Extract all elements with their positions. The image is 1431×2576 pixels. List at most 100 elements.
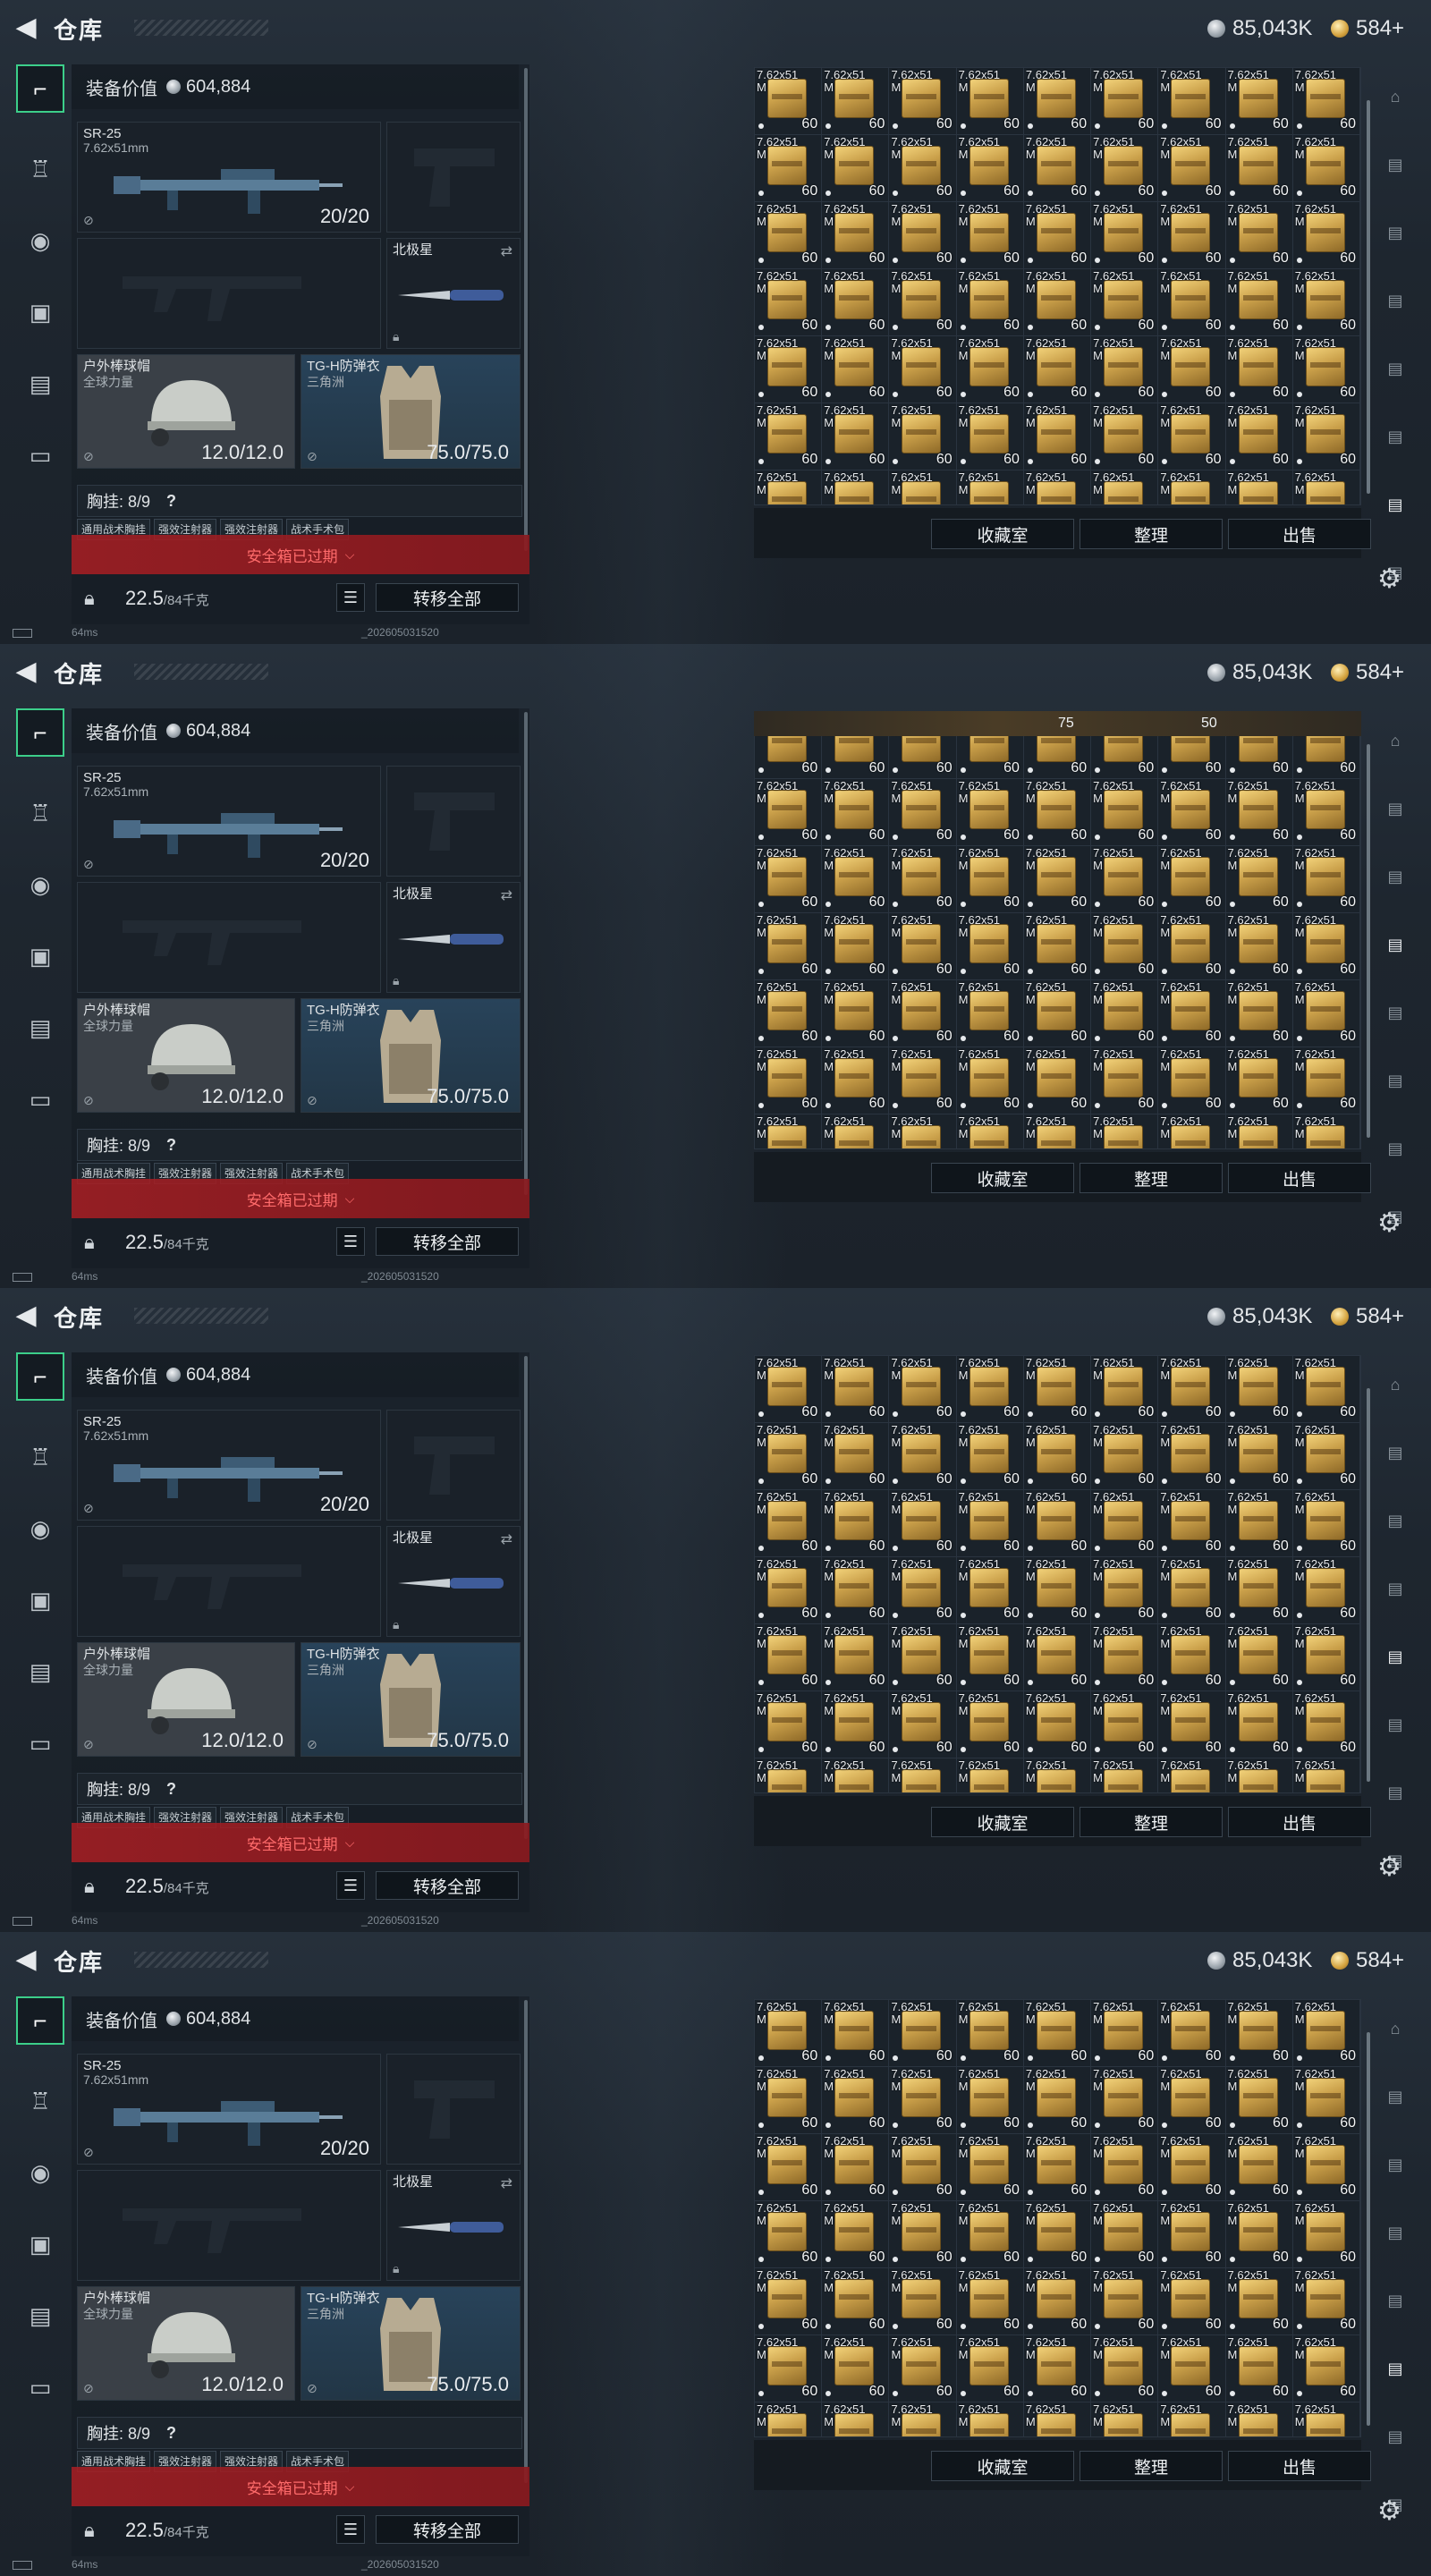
- transfer-all-button[interactable]: 转移全部: [376, 583, 519, 612]
- stash-item-cell[interactable]: 7.62x51M60: [1023, 1114, 1092, 1148]
- sell-button[interactable]: 出售: [1228, 1163, 1371, 1193]
- lock-icon[interactable]: 🔒︎: [84, 587, 95, 610]
- stash-item-cell[interactable]: 7.62x51M60: [889, 1691, 957, 1758]
- sidebar-tab-helmet[interactable]: ◉: [16, 1504, 64, 1553]
- stash-item-cell[interactable]: 7.62x51M60: [1023, 1356, 1092, 1423]
- stash-item-cell[interactable]: 7.62x51M60: [1225, 2335, 1293, 2402]
- storage-tab-0[interactable]: ⌂: [1379, 2012, 1411, 2045]
- sidebar-tab-clipboard[interactable]: ▤: [16, 360, 64, 408]
- stash-item-cell[interactable]: 7.62x51M60: [1023, 336, 1092, 403]
- stash-item-cell[interactable]: 7.62x51M60: [889, 202, 957, 269]
- stash-item-cell[interactable]: 7.62x51M60: [1091, 269, 1159, 336]
- stash-item-cell[interactable]: 7.62x51M60: [956, 2335, 1024, 2402]
- sidebar-tab-helmet[interactable]: ◉: [16, 216, 64, 265]
- stash-item-cell[interactable]: 7.62x51M60: [1091, 1624, 1159, 1691]
- stash-item-cell[interactable]: 7.62x51M60: [755, 1356, 823, 1423]
- stash-item-cell[interactable]: 7.62x51M60: [1225, 2000, 1293, 2067]
- storage-tab-2[interactable]: ▤: [1379, 1504, 1411, 1537]
- stash-item-cell[interactable]: 7.62x51M60: [1225, 403, 1293, 470]
- organize-button[interactable]: 整理: [1080, 1163, 1223, 1193]
- tertiary-weapon-slot[interactable]: [77, 2170, 381, 2281]
- stash-item-cell[interactable]: 7.62x51M60: [1091, 336, 1159, 403]
- stash-scrollbar[interactable]: [1367, 2032, 1370, 2426]
- sidebar-tab-briefcase[interactable]: ▭: [16, 1719, 64, 1767]
- collection-button[interactable]: 收藏室: [931, 519, 1074, 549]
- stash-item-cell[interactable]: 7.62x51M60: [1292, 1691, 1360, 1758]
- stash-item-cell[interactable]: 7.62x51M60: [1292, 1557, 1360, 1624]
- storage-tab-1[interactable]: ▤: [1379, 2080, 1411, 2113]
- sidebar-tab-armor[interactable]: ♖: [16, 789, 64, 837]
- sidebar-tab-clipboard[interactable]: ▤: [16, 1004, 64, 1052]
- secondary-weapon-slot[interactable]: [386, 1410, 521, 1521]
- silver-currency[interactable]: 85,043K: [1207, 1948, 1312, 1973]
- stash-item-cell[interactable]: 7.62x51M60: [755, 1114, 823, 1148]
- stash-item-cell[interactable]: 7.62x51M60: [1292, 1423, 1360, 1490]
- list-icon[interactable]: ☰: [336, 1227, 365, 1256]
- stash-item-cell[interactable]: 7.62x51M60: [889, 1423, 957, 1490]
- stash-item-cell[interactable]: 7.62x51M60: [889, 470, 957, 504]
- stash-item-cell[interactable]: 7.62x51M60: [1091, 1758, 1159, 1792]
- stash-item-cell[interactable]: 7.62x51M60: [1225, 2201, 1293, 2268]
- helmet-slot[interactable]: 户外棒球帽 全球力量 ⊘ 12.0/12.0: [77, 2286, 295, 2401]
- stash-item-cell[interactable]: 7.62x51M60: [1158, 1758, 1226, 1792]
- stash-item-cell[interactable]: 7.62x51M60: [956, 1490, 1024, 1557]
- sidebar-tab-briefcase[interactable]: ▭: [16, 2363, 64, 2411]
- stash-item-cell[interactable]: 7.62x51M60: [1091, 1490, 1159, 1557]
- storage-tab-5[interactable]: ▤: [1379, 1064, 1411, 1097]
- stash-item-cell[interactable]: 7.62x51M60: [889, 2067, 957, 2134]
- stash-item-cell[interactable]: 7.62x51M60: [1158, 2335, 1226, 2402]
- stash-item-cell[interactable]: 7.62x51M60: [822, 2201, 890, 2268]
- tertiary-weapon-slot[interactable]: [77, 1526, 381, 1637]
- lock-icon[interactable]: 🔒︎: [84, 1875, 95, 1898]
- stash-item-cell[interactable]: 7.62x51M60: [1158, 980, 1226, 1047]
- stash-item-cell[interactable]: 7.62x51M60: [755, 846, 823, 913]
- gold-currency[interactable]: 584+: [1331, 1948, 1404, 1973]
- stash-item-cell[interactable]: 7.62x51M60: [822, 202, 890, 269]
- stash-item-cell[interactable]: 7.62x51M60: [1091, 403, 1159, 470]
- sidebar-tab-clipboard[interactable]: ▤: [16, 2292, 64, 2340]
- stash-item-cell[interactable]: 7.62x51M60: [822, 779, 890, 846]
- stash-item-cell[interactable]: 7.62x51M60: [1091, 913, 1159, 980]
- gear-icon[interactable]: ⚙: [1377, 1852, 1401, 1883]
- organize-button[interactable]: 整理: [1080, 2451, 1223, 2481]
- storage-tab-6[interactable]: ▤: [1379, 2420, 1411, 2453]
- stash-item-cell[interactable]: 7.62x51M60: [755, 1758, 823, 1792]
- loadout-scrollbar[interactable]: [524, 68, 528, 551]
- stash-item-cell[interactable]: 7.62x51M60: [1292, 846, 1360, 913]
- stash-item-cell[interactable]: 7.62x51M60: [755, 1490, 823, 1557]
- stash-item-cell[interactable]: 7.62x51M60: [956, 980, 1024, 1047]
- stash-item-cell[interactable]: 7.62x51M60: [755, 269, 823, 336]
- swap-icon[interactable]: ⇄: [501, 886, 512, 904]
- stash-item-cell[interactable]: 7.62x51M60: [1023, 2000, 1092, 2067]
- storage-tab-4[interactable]: ▤: [1379, 2284, 1411, 2317]
- sidebar-tab-armor[interactable]: ♖: [16, 145, 64, 193]
- stash-item-cell[interactable]: 7.62x51M60: [755, 1624, 823, 1691]
- stash-item-cell[interactable]: 7.62x51M60: [1091, 470, 1159, 504]
- transfer-all-button[interactable]: 转移全部: [376, 1871, 519, 1900]
- stash-item-cell[interactable]: 7.62x51M60: [956, 2134, 1024, 2201]
- stash-item-cell[interactable]: 7.62x51M60: [1225, 779, 1293, 846]
- stash-item-cell[interactable]: 7.62x51M60: [1158, 2067, 1226, 2134]
- stash-item-cell[interactable]: 7.62x51M60: [822, 1758, 890, 1792]
- stash-item-cell[interactable]: 7.62x51M60: [956, 913, 1024, 980]
- stash-item-cell[interactable]: 7.62x51M60: [1225, 68, 1293, 135]
- stash-item-cell[interactable]: 7.62x51M60: [1023, 1047, 1092, 1114]
- armor-slot[interactable]: TG-H防弹衣 三角洲 ⊘ 75.0/75.0: [301, 2286, 521, 2401]
- stash-item-cell[interactable]: 7.62x51M60: [956, 846, 1024, 913]
- stash-item-cell[interactable]: 7.62x51M60: [1091, 2335, 1159, 2402]
- storage-tab-3[interactable]: ▤: [1379, 284, 1411, 317]
- stash-item-cell[interactable]: 7.62x51M60: [1091, 1691, 1159, 1758]
- stash-item-cell[interactable]: 7.62x51M60: [956, 269, 1024, 336]
- stash-item-cell[interactable]: 7.62x51M60: [1225, 913, 1293, 980]
- stash-item-cell[interactable]: 7.62x51M60: [1292, 336, 1360, 403]
- stash-item-cell[interactable]: 7.62x51M60: [889, 2268, 957, 2335]
- stash-item-cell[interactable]: 7.62x51M60: [822, 846, 890, 913]
- organize-button[interactable]: 整理: [1080, 519, 1223, 549]
- storage-tab-1[interactable]: ▤: [1379, 792, 1411, 825]
- loadout-scrollbar[interactable]: [524, 2000, 528, 2483]
- stash-item-cell[interactable]: 7.62x51M60: [1091, 1423, 1159, 1490]
- stash-item-cell[interactable]: 7.62x51M60: [755, 2402, 823, 2436]
- sidebar-tab-backpack[interactable]: ▣: [16, 288, 64, 336]
- storage-tab-2[interactable]: ▤: [1379, 216, 1411, 249]
- stash-item-cell[interactable]: 7.62x51M60: [889, 135, 957, 202]
